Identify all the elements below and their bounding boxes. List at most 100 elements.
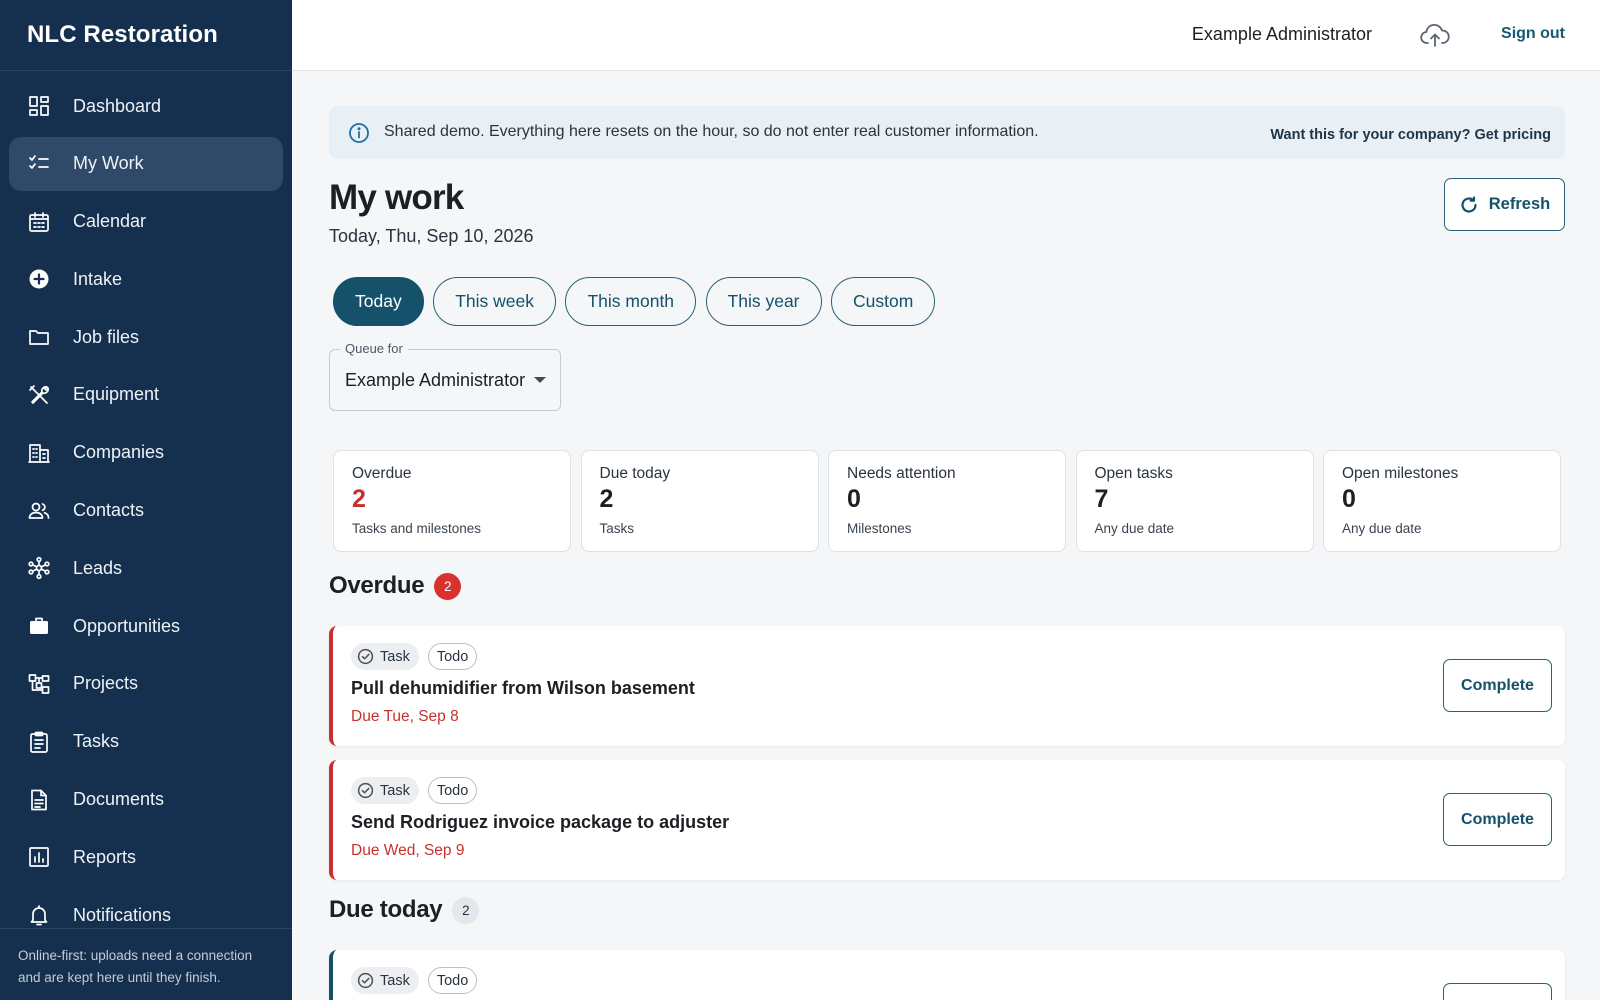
sidebar-item-label: Contacts <box>73 500 145 521</box>
sidebar-nav: Dashboard My Work Calendar Intake Job fi… <box>9 79 283 946</box>
overdue-section-header: Overdue 2 <box>329 572 462 600</box>
task-type-label: Task <box>380 648 410 665</box>
period-this-month[interactable]: This month <box>565 277 697 326</box>
summary-stats: Overdue 2 Tasks and milestones Due today… <box>333 450 1571 552</box>
banner-text: Shared demo. Everything here resets on t… <box>384 123 1039 140</box>
current-user-name[interactable]: Example Administrator <box>1192 24 1372 45</box>
refresh-icon <box>1461 195 1477 213</box>
sidebar-item-companies[interactable]: Companies <box>9 426 283 480</box>
sidebar-item-reports[interactable]: Reports <box>9 830 283 884</box>
task-title[interactable]: Pull dehumidifier from Wilson basement <box>351 678 695 699</box>
sidebar-item-label: Intake <box>73 268 123 289</box>
sidebar-item-documents[interactable]: Documents <box>9 773 283 827</box>
sidebar-item-opportunities[interactable]: Opportunities <box>9 599 283 653</box>
sidebar-item-dashboard[interactable]: Dashboard <box>9 79 283 133</box>
cloud-upload-icon[interactable] <box>1420 22 1450 50</box>
sidebar: NLC Restoration Dashboard My Work Calend… <box>0 0 292 1000</box>
section-title: Due today <box>329 896 443 923</box>
task-due-date: Due Tue, Sep 8 <box>351 708 459 725</box>
plus-circle-icon <box>27 267 51 291</box>
period-this-week[interactable]: This week <box>433 277 556 326</box>
stat-subtitle: Any due date <box>1342 521 1422 536</box>
queue-for-label: Queue for <box>340 341 408 356</box>
sidebar-item-label: Job files <box>73 326 140 347</box>
period-today[interactable]: Today <box>333 277 424 326</box>
task-card[interactable]: Task Todo Pull dehumidifier from Wilson … <box>329 626 1565 746</box>
stat-value: 2 <box>599 485 614 513</box>
sidebar-item-leads[interactable]: Leads <box>9 541 283 595</box>
task-type-chip: Task <box>351 643 419 670</box>
task-card[interactable]: Task Todo <box>329 950 1565 1000</box>
task-type-label: Task <box>380 972 410 989</box>
chart-icon <box>27 845 51 869</box>
task-card[interactable]: Task Todo Send Rodriguez invoice package… <box>329 760 1565 880</box>
stat-value: 2 <box>352 485 366 513</box>
stat-card-open-tasks[interactable]: Open tasks 7 Any due date <box>1075 450 1314 552</box>
task-status-chip: Todo <box>427 777 478 804</box>
stat-label: Overdue <box>352 465 412 482</box>
check-circle-icon <box>357 782 374 799</box>
sidebar-item-intake[interactable]: Intake <box>9 252 283 306</box>
stat-subtitle: Any due date <box>1094 521 1175 536</box>
sidebar-item-label: Projects <box>73 673 139 694</box>
stat-card-due-today[interactable]: Due today 2 Tasks <box>580 450 819 552</box>
page-date: Today, Thu, Sep 10, 2026 <box>329 226 534 246</box>
period-custom[interactable]: Custom <box>831 277 936 326</box>
stat-label: Needs attention <box>847 465 956 482</box>
hierarchy-icon <box>27 672 51 696</box>
task-type-chip: Task <box>351 967 419 994</box>
check-circle-icon <box>357 972 374 989</box>
sidebar-item-equipment[interactable]: Equipment <box>9 368 283 422</box>
sign-out-link[interactable]: Sign out <box>1501 25 1565 43</box>
sidebar-item-tasks[interactable]: Tasks <box>9 715 283 769</box>
check-circle-icon <box>357 648 374 665</box>
sidebar-item-label: Tasks <box>73 731 120 752</box>
top-bar: Example Administrator Sign out <box>292 0 1600 71</box>
page-title: My work <box>329 178 464 217</box>
stat-card-needs-attention[interactable]: Needs attention 0 Milestones <box>828 450 1066 552</box>
sidebar-item-label: Notifications <box>73 904 172 925</box>
stat-label: Due today <box>599 465 671 482</box>
tools-icon <box>27 383 51 407</box>
brand-title[interactable]: NLC Restoration <box>0 0 292 71</box>
complete-button[interactable] <box>1443 983 1552 1000</box>
sidebar-item-my-work[interactable]: My Work <box>9 136 283 191</box>
stat-value: 0 <box>847 485 861 513</box>
queue-for-select[interactable]: Queue for Example Administrator <box>329 341 561 411</box>
count-badge: 2 <box>434 572 462 600</box>
period-this-year[interactable]: This year <box>705 277 822 326</box>
dashboard-icon <box>27 94 51 118</box>
stat-card-open-milestones[interactable]: Open milestones 0 Any due date <box>1323 450 1561 552</box>
sidebar-item-projects[interactable]: Projects <box>9 657 283 711</box>
sidebar-item-contacts[interactable]: Contacts <box>9 484 283 538</box>
sidebar-item-label: My Work <box>73 153 144 174</box>
get-pricing-link[interactable]: Want this for your company? Get pricing <box>1270 127 1551 143</box>
stat-subtitle: Tasks and milestones <box>352 521 482 536</box>
stat-card-overdue[interactable]: Overdue 2 Tasks and milestones <box>333 450 571 552</box>
stat-subtitle: Milestones <box>847 521 912 536</box>
stat-value: 0 <box>1342 485 1356 513</box>
sidebar-item-label: Calendar <box>73 211 147 232</box>
sidebar-item-calendar[interactable]: Calendar <box>9 195 283 249</box>
sidebar-footer-note: Online-first: uploads need a connection … <box>0 928 292 1000</box>
sidebar-item-label: Opportunities <box>73 615 181 636</box>
sidebar-item-label: Companies <box>73 442 165 463</box>
folder-icon <box>27 325 51 349</box>
period-filter: Today This week This month This year Cus… <box>333 277 945 326</box>
sidebar-item-label: Dashboard <box>73 95 162 116</box>
bell-icon <box>27 903 51 927</box>
sidebar-item-job-files[interactable]: Job files <box>9 310 283 364</box>
sidebar-item-label: Documents <box>73 789 165 810</box>
sidebar-item-label: Leads <box>73 557 123 578</box>
queue-for-value: Example Administrator <box>345 370 526 390</box>
document-icon <box>27 788 51 812</box>
task-status-chip: Todo <box>427 643 478 670</box>
refresh-button[interactable]: Refresh <box>1444 178 1565 231</box>
complete-button[interactable]: Complete <box>1443 793 1552 846</box>
task-title[interactable]: Send Rodriguez invoice package to adjust… <box>351 812 729 833</box>
refresh-label: Refresh <box>1488 195 1551 213</box>
checklist-icon <box>27 152 51 176</box>
people-icon <box>27 499 51 523</box>
complete-button[interactable]: Complete <box>1443 659 1552 712</box>
due-today-section-header: Due today 2 <box>329 896 480 924</box>
